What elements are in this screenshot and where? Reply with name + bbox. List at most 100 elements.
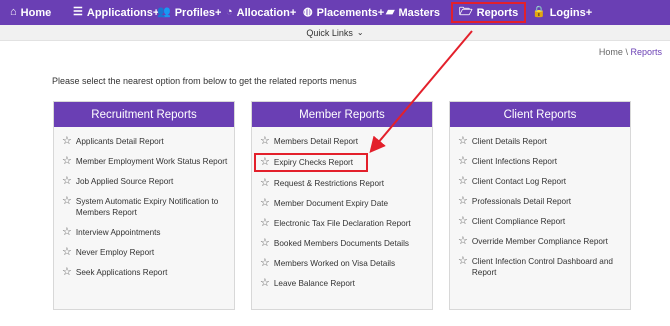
nav-profiles[interactable]: 👥 Profiles+: [157, 0, 221, 25]
report-link-label: Member Document Expiry Date: [273, 199, 389, 208]
star-icon[interactable]: ☆: [260, 178, 270, 189]
folder-icon: ▰: [386, 6, 395, 18]
nav-reports-label: Reports: [476, 6, 519, 19]
report-link-label: Electronic Tax File Declaration Report: [273, 219, 411, 228]
report-link[interactable]: ☆ Client Infection Control Dashboard and …: [458, 256, 630, 278]
star-icon[interactable]: ☆: [62, 227, 72, 238]
report-link[interactable]: ☆ Applicants Detail Report: [62, 136, 234, 147]
report-link-label: Never Employ Report: [75, 248, 155, 257]
report-link[interactable]: ☆ Professionals Detail Report: [458, 196, 630, 207]
report-link[interactable]: ☆ Members Worked on Visa Details: [260, 258, 432, 269]
star-icon[interactable]: ☆: [458, 216, 468, 227]
star-icon[interactable]: ☆: [62, 136, 72, 147]
report-link[interactable]: ☆ Interview Appointments: [62, 227, 234, 238]
report-link[interactable]: ☆ Member Employment Work Status Report: [62, 156, 234, 167]
client-reports-card: Client Reports ☆ Client Details Report ☆ C…: [449, 101, 631, 310]
report-link-label: Request & Restrictions Report: [273, 179, 384, 188]
recruitment-reports-card: Recruitment Reports ☆ Applicants Detail R…: [53, 101, 235, 310]
report-link[interactable]: ☆ Seek Applications Report: [62, 267, 234, 278]
quick-links-label: Quick Links: [306, 27, 353, 38]
report-link-label: Client Compliance Report: [471, 217, 566, 226]
breadcrumb: Home \ Reports: [599, 47, 662, 57]
report-link-label: Seek Applications Report: [75, 268, 168, 277]
report-link-label: Members Detail Report: [273, 137, 359, 146]
nav-home-label: Home: [20, 6, 52, 19]
report-link[interactable]: ☆ Booked Members Documents Details: [260, 238, 432, 249]
report-link-label: System Automatic Expiry Notification to …: [75, 197, 219, 217]
report-link-label: Expiry Checks Report: [273, 158, 354, 167]
breadcrumb-home[interactable]: Home: [599, 47, 623, 57]
breadcrumb-separator: \: [625, 47, 628, 57]
breadcrumb-current: Reports: [630, 47, 662, 57]
card-title: Recruitment Reports: [54, 102, 234, 127]
report-link[interactable]: ☆ Member Document Expiry Date: [260, 198, 432, 209]
star-icon[interactable]: ☆: [260, 157, 270, 168]
pie-chart-icon: ◔: [226, 6, 233, 18]
report-link-label: Client Infections Report: [471, 157, 557, 166]
quick-links-toggle[interactable]: Quick Links ⌄: [0, 25, 670, 41]
report-link[interactable]: ☆ Client Infections Report: [458, 156, 630, 167]
star-icon[interactable]: ☆: [260, 136, 270, 147]
star-icon[interactable]: ☆: [458, 256, 468, 267]
report-link[interactable]: ☆ System Automatic Expiry Notification to…: [62, 196, 234, 218]
report-link[interactable]: ☆ Client Compliance Report: [458, 216, 630, 227]
report-link-label: Client Details Report: [471, 137, 547, 146]
report-link-label: Job Applied Source Report: [75, 177, 174, 186]
report-link[interactable]: ☆ Client Details Report: [458, 136, 630, 147]
nav-placements[interactable]: ◍ Placements+: [303, 0, 384, 25]
list-icon: ☰: [73, 6, 83, 18]
member-reports-card: Member Reports ☆ Members Detail Report ☆ E…: [251, 101, 433, 310]
nav-reports[interactable]: 🗁 Reports: [451, 2, 527, 23]
folder-open-icon: 🗁: [459, 6, 473, 18]
star-icon[interactable]: ☆: [458, 136, 468, 147]
report-link-label: Client Infection Control Dashboard and R…: [471, 257, 613, 277]
report-link[interactable]: ☆ Request & Restrictions Report: [260, 178, 432, 189]
report-link[interactable]: ☆ Never Employ Report: [62, 247, 234, 258]
report-link-label: Member Employment Work Status Report: [75, 157, 228, 166]
report-link-label: Interview Appointments: [75, 228, 161, 237]
report-link[interactable]: ☆ Job Applied Source Report: [62, 176, 234, 187]
star-icon[interactable]: ☆: [458, 196, 468, 207]
report-link[interactable]: ☆ Electronic Tax File Declaration Report: [260, 218, 432, 229]
report-link-label: Members Worked on Visa Details: [273, 259, 396, 268]
lock-icon: 🔒: [532, 6, 546, 18]
report-link[interactable]: ☆ Client Contact Log Report: [458, 176, 630, 187]
report-link[interactable]: ☆ Override Member Compliance Report: [458, 236, 630, 247]
nav-masters-label: Masters: [398, 6, 441, 19]
nav-masters[interactable]: ▰ Masters: [386, 0, 440, 25]
star-icon[interactable]: ☆: [260, 218, 270, 229]
report-link[interactable]: ☆ Leave Balance Report: [260, 278, 432, 289]
star-icon[interactable]: ☆: [458, 176, 468, 187]
star-icon[interactable]: ☆: [260, 258, 270, 269]
top-navbar: ⌂ Home ☰ Applications+ 👥 Profiles+ ◔ All…: [0, 0, 670, 25]
star-icon[interactable]: ☆: [62, 156, 72, 167]
report-link-highlighted[interactable]: ☆ Expiry Checks Report: [254, 153, 368, 172]
report-link-label: Booked Members Documents Details: [273, 239, 410, 248]
star-icon[interactable]: ☆: [260, 198, 270, 209]
nav-allocation[interactable]: ◔ Allocation+: [226, 0, 296, 25]
intro-text: Please select the nearest option from be…: [52, 76, 357, 86]
report-link-label: Client Contact Log Report: [471, 177, 567, 186]
star-icon[interactable]: ☆: [458, 236, 468, 247]
report-link-label: Override Member Compliance Report: [471, 237, 608, 246]
home-icon: ⌂: [10, 6, 17, 18]
nav-applications-label: Applications+: [86, 6, 160, 19]
card-title: Member Reports: [252, 102, 432, 127]
star-icon[interactable]: ☆: [62, 267, 72, 278]
star-icon[interactable]: ☆: [62, 196, 72, 207]
nav-logins-label: Logins+: [549, 6, 593, 19]
report-link[interactable]: ☆ Members Detail Report: [260, 136, 432, 147]
nav-applications[interactable]: ☰ Applications+: [73, 0, 159, 25]
nav-placements-label: Placements+: [316, 6, 385, 19]
report-link-label: Leave Balance Report: [273, 279, 355, 288]
nav-logins[interactable]: 🔒 Logins+: [532, 0, 592, 25]
star-icon[interactable]: ☆: [458, 156, 468, 167]
chevron-down-icon: ⌄: [356, 28, 364, 37]
star-icon[interactable]: ☆: [260, 238, 270, 249]
users-icon: 👥: [157, 6, 171, 18]
star-icon[interactable]: ☆: [62, 247, 72, 258]
star-icon[interactable]: ☆: [62, 176, 72, 187]
globe-icon: ◍: [303, 6, 313, 18]
star-icon[interactable]: ☆: [260, 278, 270, 289]
nav-home[interactable]: ⌂ Home: [10, 0, 51, 25]
